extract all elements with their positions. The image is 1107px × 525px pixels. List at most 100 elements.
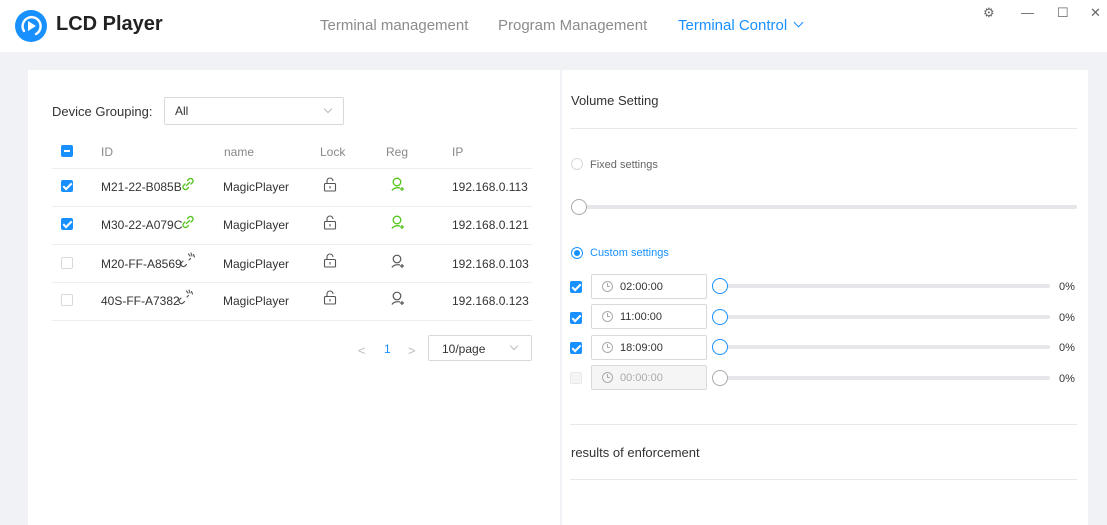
row-checkbox[interactable] [61,218,73,230]
schedule-volume-slider-handle[interactable] [712,339,728,355]
user-registered-icon [391,177,404,191]
schedule-checkbox[interactable] [570,312,582,324]
device-id: 40S-FF-A7382 [101,294,180,308]
device-grouping-select[interactable]: All [164,97,344,125]
column-header-lock: Lock [320,145,346,159]
schedule-checkbox[interactable] [570,281,582,293]
lock-open-icon[interactable] [323,177,337,192]
user-unregistered-icon [391,291,404,305]
app-logo-icon [15,10,47,42]
chevron-down-icon [793,17,804,28]
schedule-volume-slider-track[interactable] [720,284,1050,288]
clock-icon [602,311,613,322]
fixed-volume-slider-track[interactable] [578,205,1077,209]
section-divider [570,424,1077,425]
section-divider [570,479,1077,480]
schedule-volume-slider-handle [712,370,728,386]
clock-icon [602,342,613,353]
row-divider [52,244,532,245]
custom-settings-radio[interactable] [571,247,583,259]
fixed-settings-label: Fixed settings [590,159,658,171]
volume-setting-title: Volume Setting [571,93,659,108]
schedule-checkbox[interactable] [570,342,582,354]
schedule-volume-slider-track[interactable] [720,345,1050,349]
fixed-settings-radio[interactable] [571,158,583,170]
top-bar: LCD Player Terminal management Program M… [0,0,1107,52]
schedule-volume-slider-track [720,376,1050,380]
maximize-button[interactable]: ☐ [1057,5,1069,21]
lock-open-icon[interactable] [323,215,337,230]
close-button[interactable]: ✕ [1090,5,1101,21]
device-name: MagicPlayer [223,180,290,194]
schedule-time-value: 00:00:00 [620,372,663,384]
settings-icon[interactable]: ⚙ [983,5,995,21]
device-ip: 192.168.0.121 [452,218,529,232]
row-checkbox[interactable] [61,294,73,306]
link-broken-icon [178,289,194,305]
chevron-down-icon [509,341,519,351]
link-connected-icon [182,215,194,229]
section-divider [570,128,1077,129]
user-unregistered-icon [391,254,404,268]
app-title: LCD Player [56,13,163,35]
pagination-prev-button[interactable]: < [358,343,366,358]
nav-terminal-management[interactable]: Terminal management [320,17,468,34]
minimize-button[interactable]: — [1021,5,1034,20]
schedule-time-input[interactable]: 18:09:00 [591,335,707,360]
row-divider [52,168,532,169]
schedule-volume-value: 0% [1059,342,1075,354]
device-id: M20-FF-A8569 [101,257,182,271]
custom-settings-label: Custom settings [590,247,669,259]
clock-icon [602,372,613,383]
nav-program-management[interactable]: Program Management [498,17,647,34]
schedule-time-value: 18:09:00 [620,342,663,354]
lock-open-icon[interactable] [323,290,337,305]
chevron-down-icon [323,104,333,114]
schedule-volume-value: 0% [1059,312,1075,324]
select-all-checkbox[interactable] [61,145,73,157]
schedule-volume-slider-handle[interactable] [712,309,728,325]
schedule-volume-value: 0% [1059,281,1075,293]
device-ip: 192.168.0.113 [452,180,528,194]
pagination-next-button[interactable]: > [408,343,416,358]
results-title: results of enforcement [571,445,700,460]
column-header-ip: IP [452,145,464,159]
pagination-page-1[interactable]: 1 [384,342,391,356]
schedule-checkbox[interactable] [570,372,582,384]
schedule-time-input: 00:00:00 [591,365,707,390]
device-name: MagicPlayer [223,257,290,271]
schedule-volume-slider-track[interactable] [720,315,1050,319]
row-divider [52,320,532,321]
link-broken-icon [180,252,196,268]
user-registered-icon [391,215,404,229]
schedule-time-input[interactable]: 11:00:00 [591,304,707,329]
schedule-volume-slider-handle[interactable] [712,278,728,294]
schedule-time-value: 11:00:00 [620,311,663,323]
column-header-reg: Reg [386,145,409,159]
device-grouping-label: Device Grouping: [52,104,153,119]
device-ip: 192.168.0.123 [452,294,529,308]
schedule-time-input[interactable]: 02:00:00 [591,274,707,299]
page-size-value: 10/page [442,342,486,356]
row-divider [52,282,532,283]
clock-icon [602,281,613,292]
row-divider [52,206,532,207]
link-connected-icon [182,177,194,191]
nav-terminal-control-label: Terminal Control [678,17,788,34]
fixed-volume-slider-handle[interactable] [571,199,587,215]
device-id: M21-22-B085B [101,180,182,194]
schedule-volume-value: 0% [1059,373,1075,385]
page-size-select[interactable]: 10/page [428,335,532,361]
device-name: MagicPlayer [223,294,290,308]
lock-open-icon[interactable] [323,253,337,268]
schedule-time-value: 02:00:00 [620,281,663,293]
device-name: MagicPlayer [223,218,290,232]
column-header-id: ID [101,145,113,159]
row-checkbox[interactable] [61,180,73,192]
device-ip: 192.168.0.103 [452,257,529,271]
device-grouping-value: All [175,104,189,118]
device-id: M30-22-A079C [101,218,183,232]
column-header-name: name [224,145,255,159]
row-checkbox[interactable] [61,257,73,269]
nav-terminal-control[interactable]: Terminal Control [678,17,804,34]
